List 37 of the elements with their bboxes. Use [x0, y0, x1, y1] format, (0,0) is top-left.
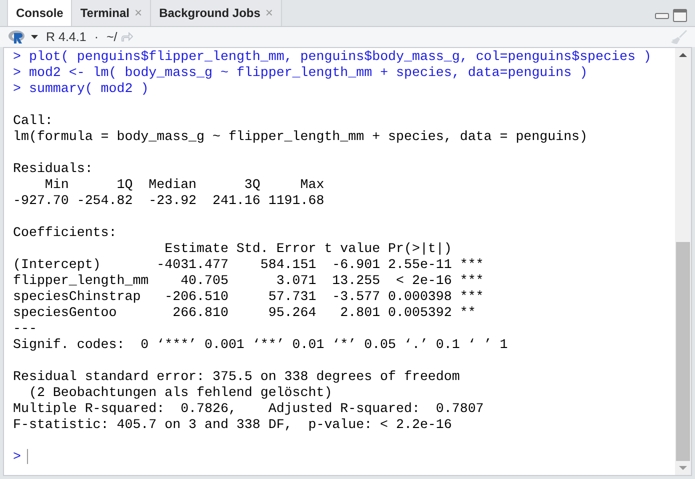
separator-dot: · [94, 28, 98, 46]
tab-label: Background Jobs [159, 5, 260, 22]
output-line: speciesGentoo 266.810 95.264 2.801 0.005392 ** [13, 305, 476, 321]
output-line: Estimate Std. Error t value Pr(>|t|) [164, 241, 452, 257]
prompt-symbol: > [13, 81, 21, 97]
output-line: --- [13, 321, 37, 337]
output-line: Signif. codes: 0 ‘***’ 0.001 ‘**’ 0.01 ‘*’ 0.05 ‘.’ 0.1 ‘ ’ 1 [13, 337, 508, 353]
output-line: -927.70 -254.82 -23.92 241.16 1191.68 [13, 193, 324, 209]
command-line: plot( penguins$flipper_length_mm, penguins$body_mass_g, col=penguins$species ) [28, 49, 652, 65]
prompt-symbol: > [13, 49, 21, 65]
r-logo-icon[interactable] [8, 30, 27, 44]
minimize-icon[interactable] [655, 12, 669, 18]
scrollbar[interactable] [675, 48, 691, 475]
command-line: mod2 <- lm( body_mass_g ~ flipper_length_mm + species, data=penguins ) [28, 65, 588, 81]
output-line: (2 Beobachtungen als fehlend gelöscht) [28, 385, 332, 401]
output-line: Call: [13, 113, 53, 129]
prompt-symbol: > [13, 449, 21, 465]
output-line: Min 1Q Median 3Q Max [44, 177, 324, 193]
maximize-icon[interactable] [673, 9, 687, 22]
output-line: flipper_length_mm 40.705 3.071 13.255 < 2e-16 *** [13, 273, 484, 289]
working-directory-label: ~/ [106, 28, 118, 46]
tab[interactable]: Console [7, 0, 72, 26]
output-line: Residual standard error: 375.5 on 338 degrees of freedom [13, 369, 460, 385]
tab-label: Terminal [80, 5, 130, 22]
output-line: speciesChinstrap -206.510 57.731 -3.577 0.000398 *** [13, 289, 484, 305]
scrollbar-thumb[interactable] [676, 242, 690, 461]
output-line: lm(formula = body_mass_g ~ flipper_length_mm + species, data = penguins) [13, 129, 588, 145]
command-line: summary( mod2 ) [28, 81, 149, 97]
output-line: F-statistic: 405.7 on 3 and 338 DF, p-value: < 2.2e-16 [13, 417, 452, 433]
prompt-symbol: > [13, 65, 21, 81]
output-line: Coefficients: [13, 225, 117, 241]
text-cursor [26, 449, 28, 464]
caret-icon[interactable] [31, 35, 38, 39]
output-line: (Intercept) -4031.477 584.151 -6.901 2.55e-11 *** [13, 257, 484, 273]
output-line: Multiple R-squared: 0.7826, Adjusted R-squared: 0.7807 [13, 401, 484, 417]
r-version-label: R 4.4.1 [46, 28, 86, 46]
output-line: Residuals: [13, 161, 93, 177]
